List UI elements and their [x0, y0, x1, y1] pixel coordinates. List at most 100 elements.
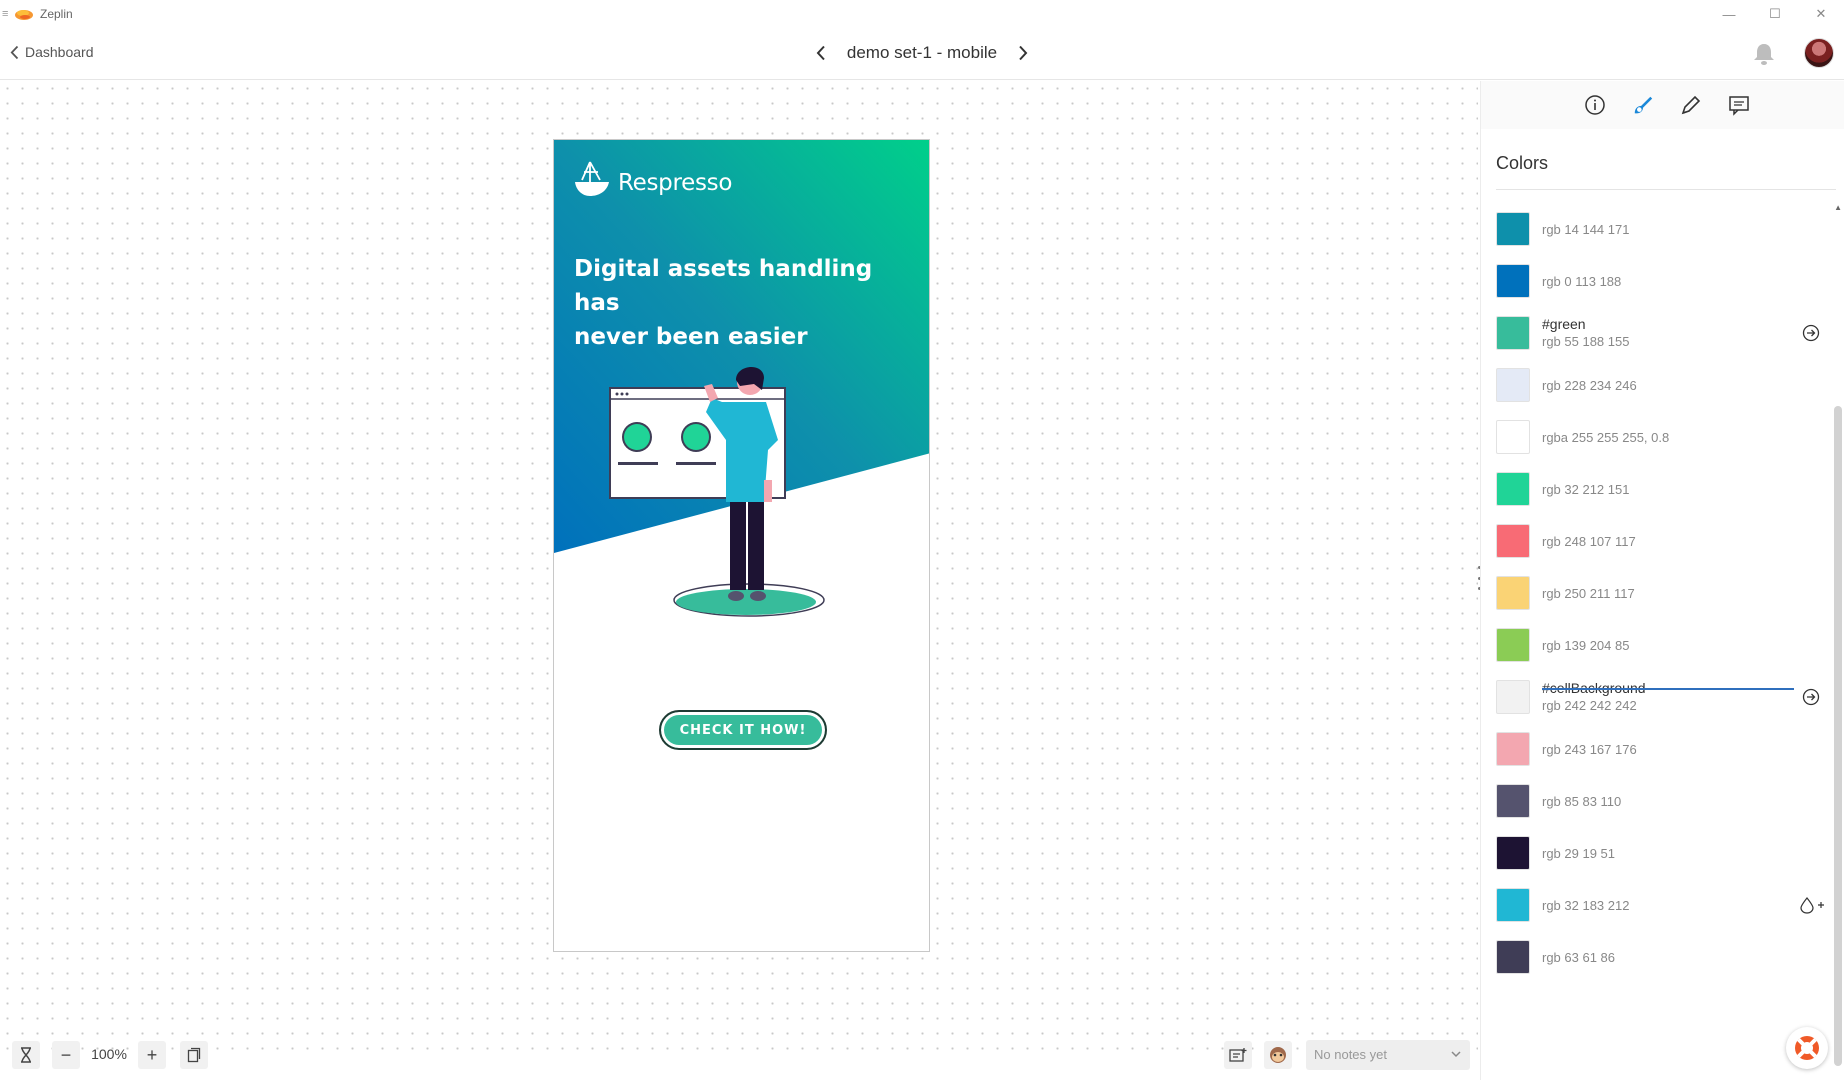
color-row[interactable]: rgb 32 212 151 — [1496, 463, 1821, 515]
color-value: rgb 248 107 117 — [1542, 533, 1636, 549]
color-swatch — [1496, 212, 1530, 246]
color-swatch — [1496, 264, 1530, 298]
chevron-down-icon — [1451, 1051, 1461, 1058]
artboard-demo-screen[interactable]: Respresso Digital assets handling has ne… — [553, 139, 930, 952]
copy-button[interactable] — [180, 1041, 208, 1069]
color-row[interactable]: rgb 14 144 171 — [1496, 203, 1821, 255]
screen-title: demo set-1 - mobile — [846, 43, 998, 62]
color-value: rgba 255 255 255, 0.8 — [1542, 429, 1670, 445]
color-value: rgb 63 61 86 — [1542, 949, 1616, 965]
color-row[interactable]: rgb 139 204 85 — [1496, 619, 1821, 671]
tab-design[interactable] — [1680, 94, 1702, 116]
color-row[interactable]: rgb 248 107 117 — [1496, 515, 1821, 567]
monkey-emoji-icon — [1270, 1047, 1286, 1063]
bell-icon — [1754, 44, 1774, 65]
color-row-selected[interactable]: #cellBackground rgb 242 242 242 — [1496, 671, 1821, 723]
comments-icon — [1729, 96, 1749, 116]
zoom-out-button[interactable]: − — [52, 1041, 80, 1069]
color-swatch — [1496, 420, 1530, 454]
color-value: rgb 32 212 151 — [1542, 481, 1630, 497]
sidebar-scrollbar-thumb[interactable] — [1834, 406, 1842, 1066]
design-canvas[interactable]: Respresso Digital assets handling has ne… — [0, 81, 1478, 1051]
color-row[interactable]: rgb 250 211 117 — [1496, 567, 1821, 619]
window-controls: — ☐ ✕ — [1706, 0, 1844, 28]
styleguide-icon — [1634, 96, 1653, 114]
color-swatch — [1496, 628, 1530, 662]
tab-styleguide[interactable] — [1632, 94, 1654, 116]
color-value: rgb 139 204 85 — [1542, 637, 1630, 653]
add-note-button[interactable] — [1224, 1041, 1252, 1069]
tab-comments[interactable] — [1728, 94, 1750, 116]
styleguide-sidebar: Colors rgb 14 144 171 rgb 0 113 188 #gre… — [1480, 81, 1844, 1080]
color-swatch — [1496, 784, 1530, 818]
add-note-icon — [1229, 1048, 1247, 1062]
zeplin-logo-icon — [15, 10, 33, 20]
color-value: rgb 0 113 188 — [1542, 273, 1622, 289]
arrow-circle-right-icon — [1802, 688, 1820, 706]
app-name: Zeplin — [40, 7, 73, 21]
zoom-in-button[interactable]: + — [138, 1041, 166, 1069]
color-value: rgb 85 83 110 — [1542, 793, 1622, 809]
check-it-how-button[interactable]: CHECK IT HOW! — [659, 710, 827, 750]
close-button[interactable]: ✕ — [1798, 0, 1844, 28]
menu-icon[interactable]: ≡ — [2, 8, 12, 20]
screen-navigator: demo set-1 - mobile — [0, 42, 1844, 64]
color-row[interactable]: rgb 32 183 212 — [1496, 879, 1824, 931]
chevron-right-icon — [1019, 45, 1028, 61]
color-value: rgb 228 234 246 — [1542, 377, 1637, 393]
brand-name: Respresso — [618, 170, 733, 196]
user-avatar[interactable] — [1804, 38, 1834, 68]
drop-plus-icon — [1800, 897, 1824, 914]
canvas-toolbar: − 100% + No notes yet — [0, 1035, 1478, 1077]
emoji-button[interactable] — [1264, 1041, 1292, 1069]
go-to-color-button[interactable] — [1801, 687, 1821, 707]
color-name-edit-underline — [1542, 688, 1794, 690]
color-row[interactable]: rgb 29 19 51 — [1496, 827, 1821, 879]
color-swatch — [1496, 888, 1530, 922]
scroll-up-arrow[interactable]: ▲ — [1834, 203, 1842, 212]
color-value: rgb 55 188 155 — [1542, 334, 1630, 349]
hourglass-icon — [21, 1047, 31, 1063]
color-swatch — [1496, 368, 1530, 402]
headline-line-2: never been easier — [574, 324, 808, 350]
previous-screen-button[interactable] — [811, 42, 831, 64]
color-row[interactable]: rgb 243 167 176 — [1496, 723, 1821, 775]
boat-logo-icon — [575, 161, 609, 196]
lifebuoy-icon — [1795, 1036, 1819, 1060]
next-screen-button[interactable] — [1013, 42, 1033, 64]
color-value: rgb 250 211 117 — [1542, 585, 1635, 601]
maximize-button[interactable]: ☐ — [1752, 0, 1798, 28]
notifications-button[interactable] — [1750, 40, 1778, 68]
help-button[interactable] — [1786, 1027, 1828, 1069]
color-row[interactable]: rgb 85 83 110 — [1496, 775, 1821, 827]
color-row[interactable]: rgb 63 61 86 — [1496, 931, 1821, 983]
color-value: rgb 243 167 176 — [1542, 741, 1637, 757]
headline-line-1: Digital assets handling has — [574, 256, 873, 316]
go-to-color-button[interactable] — [1801, 323, 1821, 343]
versions-button[interactable] — [12, 1041, 40, 1069]
window-titlebar: ≡ Zeplin — ☐ ✕ — [0, 0, 1844, 28]
hero-headline: Digital assets handling has never been e… — [574, 252, 914, 354]
add-color-name-button[interactable] — [1797, 895, 1827, 915]
color-swatch — [1496, 732, 1530, 766]
color-swatch — [1496, 524, 1530, 558]
color-row[interactable]: rgb 228 234 246 — [1496, 359, 1821, 411]
arrow-circle-right-icon — [1802, 324, 1820, 342]
color-value: rgb 14 144 171 — [1542, 221, 1630, 237]
chevron-left-icon — [816, 45, 825, 61]
color-row[interactable]: rgb 0 113 188 — [1496, 255, 1821, 307]
info-icon — [1585, 95, 1605, 115]
color-row[interactable]: rgba 255 255 255, 0.8 — [1496, 411, 1821, 463]
tab-info[interactable] — [1584, 94, 1606, 116]
zoom-level: 100% — [91, 1046, 127, 1062]
color-value: rgb 29 19 51 — [1542, 845, 1616, 861]
sidebar-tabs — [1481, 81, 1844, 129]
colors-heading: Colors — [1496, 153, 1549, 173]
heading-divider — [1496, 189, 1836, 190]
notes-dropdown[interactable]: No notes yet — [1306, 1040, 1470, 1070]
color-swatch — [1496, 680, 1530, 714]
color-swatch — [1496, 472, 1530, 506]
minimize-button[interactable]: — — [1706, 0, 1752, 28]
color-row[interactable]: #green rgb 55 188 155 — [1496, 307, 1821, 359]
color-swatch — [1496, 836, 1530, 870]
